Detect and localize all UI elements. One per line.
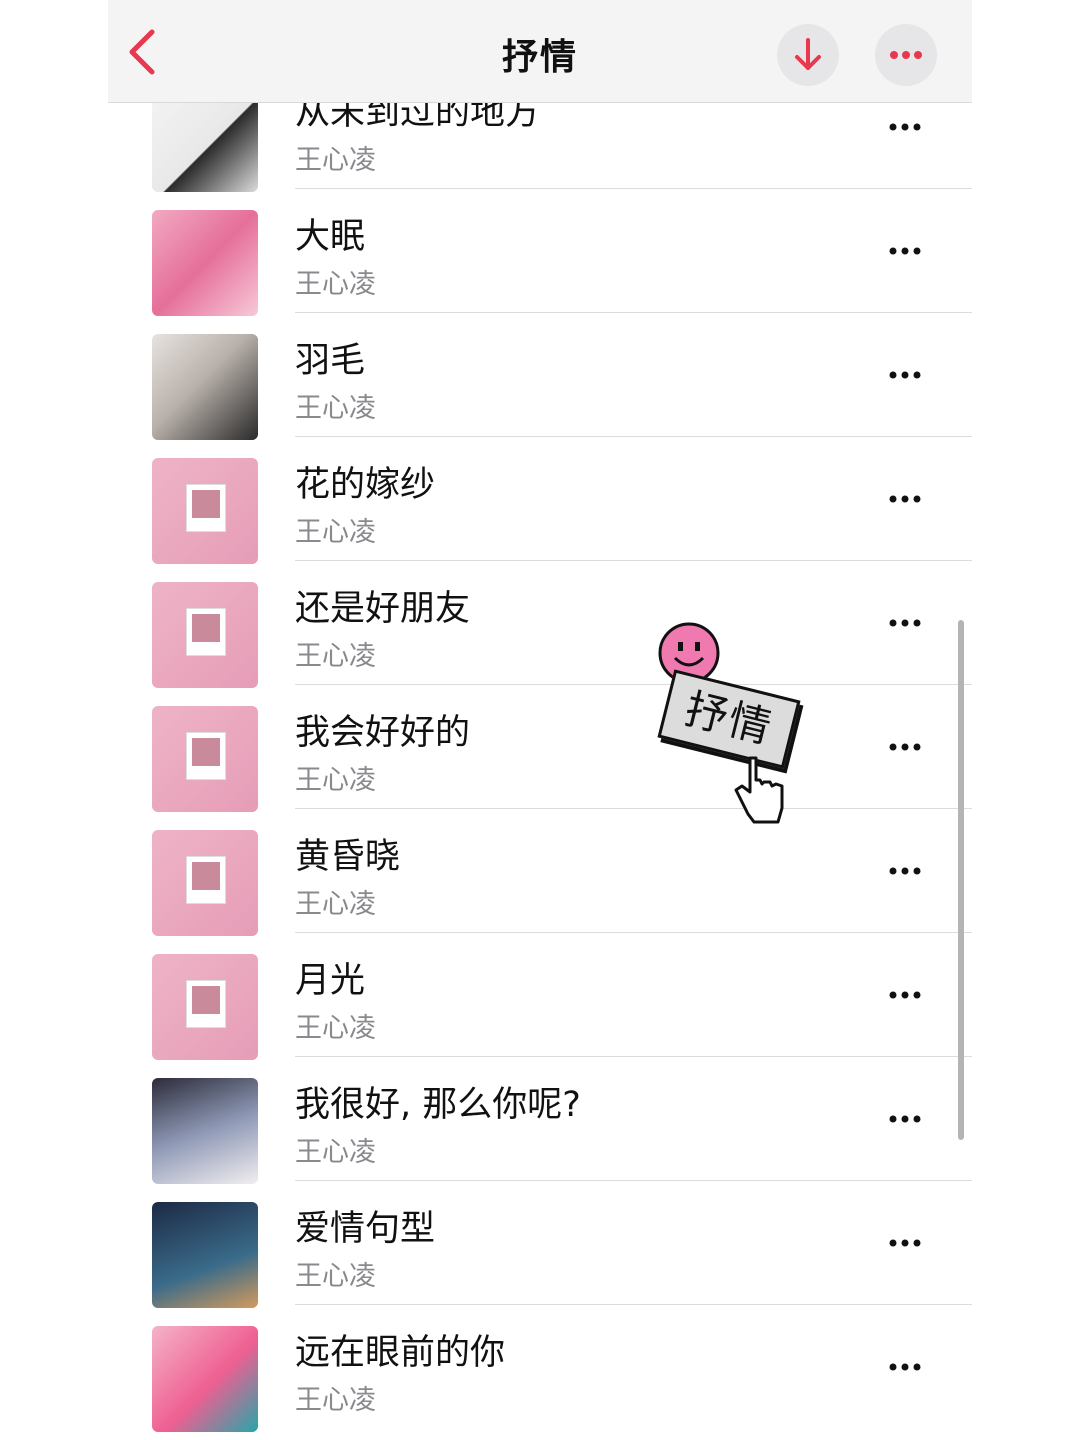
- song-title: 花的嫁纱: [295, 465, 436, 505]
- row-divider: [295, 932, 972, 933]
- song-artist: 王心凌: [295, 269, 376, 300]
- row-divider: [295, 188, 972, 189]
- song-row[interactable]: 大眠 王心凌: [108, 200, 972, 324]
- ellipsis-icon: [889, 619, 921, 627]
- ellipsis-icon: [889, 867, 921, 875]
- song-more-button[interactable]: [880, 1228, 930, 1258]
- scroll-indicator[interactable]: [958, 620, 964, 1140]
- song-row[interactable]: 还是好朋友 王心凌: [108, 572, 972, 696]
- song-title: 黄昏晓: [295, 837, 401, 877]
- row-divider: [295, 1180, 972, 1181]
- song-artist: 王心凌: [295, 517, 376, 548]
- album-artwork: [152, 1202, 258, 1308]
- song-row[interactable]: 爱情句型 王心凌: [108, 1192, 972, 1316]
- page-title: 抒情: [501, 37, 578, 78]
- song-artist: 王心凌: [295, 641, 376, 672]
- row-divider: [295, 560, 972, 561]
- phone-screen: 抒情 从未到过的地方 王心凌 大眠 王心凌 羽毛 王心凌 花的嫁纱 王心凌 还是好朋友 王心凌 我会…: [108, 0, 972, 1440]
- ellipsis-icon: [889, 247, 921, 255]
- song-title: 我很好, 那么你呢?: [295, 1085, 581, 1125]
- song-row[interactable]: 黄昏晓 王心凌: [108, 820, 972, 944]
- song-more-button[interactable]: [880, 608, 930, 638]
- song-more-button[interactable]: [880, 1104, 930, 1134]
- more-options-button[interactable]: [875, 24, 937, 86]
- ellipsis-icon: [890, 51, 922, 59]
- nav-header: 抒情: [108, 0, 972, 103]
- row-divider: [295, 1056, 972, 1057]
- row-divider: [295, 808, 972, 809]
- row-divider: [295, 684, 972, 685]
- album-artwork: [152, 582, 258, 688]
- song-artist: 王心凌: [295, 889, 376, 920]
- song-title: 远在眼前的你: [295, 1333, 506, 1373]
- song-more-button[interactable]: [880, 236, 930, 266]
- song-title: 爱情句型: [295, 1209, 436, 1249]
- song-more-button[interactable]: [880, 1352, 930, 1382]
- album-artwork: [152, 458, 258, 564]
- song-artist: 王心凌: [295, 765, 376, 796]
- song-artist: 王心凌: [295, 145, 376, 176]
- song-artist: 王心凌: [295, 1013, 376, 1044]
- album-artwork: [152, 334, 258, 440]
- song-row[interactable]: 我会好好的 王心凌: [108, 696, 972, 820]
- song-more-button[interactable]: [880, 112, 930, 142]
- row-divider: [295, 436, 972, 437]
- row-divider: [295, 1304, 972, 1305]
- ellipsis-icon: [889, 1363, 921, 1371]
- song-artist: 王心凌: [295, 1137, 376, 1168]
- song-artist: 王心凌: [295, 393, 376, 424]
- ellipsis-icon: [889, 495, 921, 503]
- pointer-hand-icon: [734, 756, 784, 824]
- album-artwork: [152, 1078, 258, 1184]
- ellipsis-icon: [889, 1115, 921, 1123]
- ellipsis-icon: [889, 743, 921, 751]
- song-more-button[interactable]: [880, 732, 930, 762]
- song-title: 我会好好的: [295, 713, 471, 753]
- ellipsis-icon: [889, 123, 921, 131]
- song-artist: 王心凌: [295, 1385, 376, 1416]
- song-row[interactable]: 远在眼前的你 王心凌: [108, 1316, 972, 1440]
- album-artwork: [152, 954, 258, 1060]
- row-divider: [295, 312, 972, 313]
- decorative-sticker: 抒情: [648, 612, 808, 832]
- song-title: 月光: [295, 961, 366, 1001]
- album-artwork: [152, 210, 258, 316]
- song-title: 羽毛: [295, 341, 366, 381]
- download-button[interactable]: [777, 24, 839, 86]
- song-artist: 王心凌: [295, 1261, 376, 1292]
- album-artwork: [152, 706, 258, 812]
- song-row[interactable]: 我很好, 那么你呢? 王心凌: [108, 1068, 972, 1192]
- song-title: 还是好朋友: [295, 589, 471, 629]
- ellipsis-icon: [889, 991, 921, 999]
- song-title: 大眠: [295, 217, 366, 257]
- song-more-button[interactable]: [880, 856, 930, 886]
- song-row[interactable]: 月光 王心凌: [108, 944, 972, 1068]
- album-artwork: [152, 1326, 258, 1432]
- song-row[interactable]: 花的嫁纱 王心凌: [108, 448, 972, 572]
- ellipsis-icon: [889, 371, 921, 379]
- song-more-button[interactable]: [880, 484, 930, 514]
- album-artwork: [152, 830, 258, 936]
- song-row[interactable]: 羽毛 王心凌: [108, 324, 972, 448]
- song-more-button[interactable]: [880, 360, 930, 390]
- ellipsis-icon: [889, 1239, 921, 1247]
- song-more-button[interactable]: [880, 980, 930, 1010]
- arrow-down-icon: [795, 38, 821, 70]
